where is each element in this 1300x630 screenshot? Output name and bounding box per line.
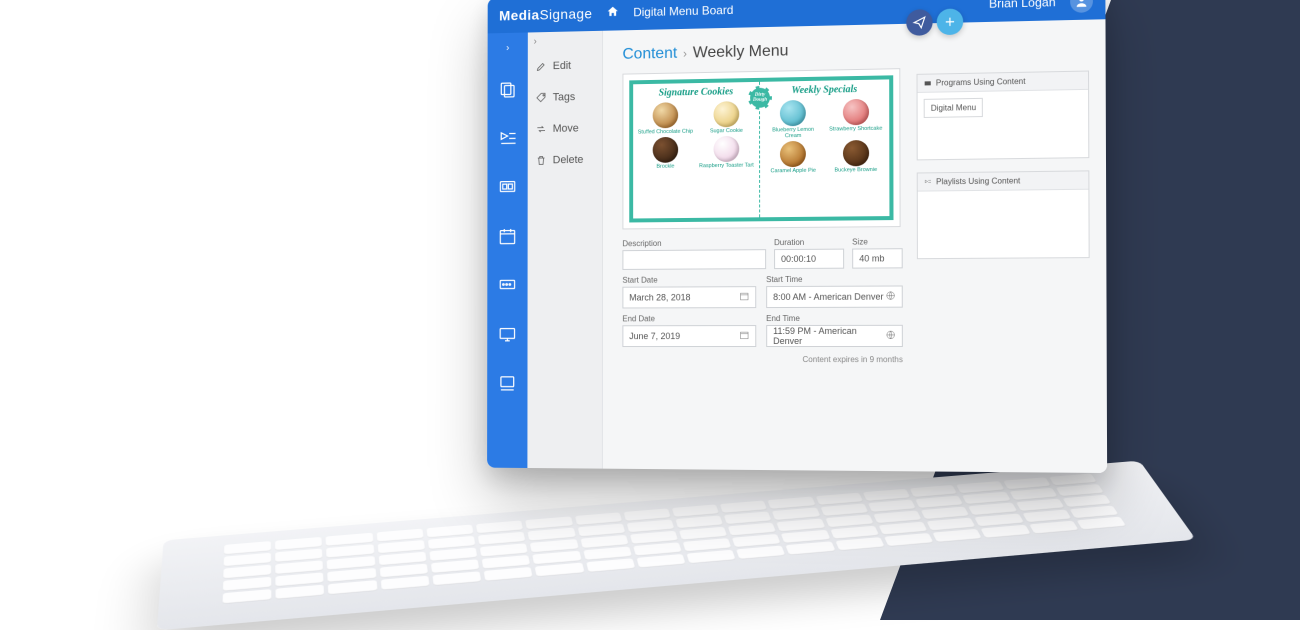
- description-label: Description: [622, 238, 766, 248]
- rail-item-schedule[interactable]: [487, 219, 527, 253]
- subnav-item-tags[interactable]: Tags: [528, 81, 602, 114]
- calendar-icon: [739, 291, 749, 303]
- duration-label: Duration: [774, 238, 844, 248]
- chevron-right-icon: ›: [683, 47, 687, 61]
- field-description: Description: [622, 238, 766, 270]
- brand-logo-prefix: Media: [499, 7, 539, 24]
- playlists-panel-header: Playlists Using Content: [918, 171, 1089, 191]
- menu-item: Raspberry Toaster Tart: [698, 136, 755, 170]
- menu-item: Blueberry Lemon Cream: [764, 100, 822, 140]
- user-name[interactable]: Brian Logan: [989, 0, 1056, 11]
- end-time-input[interactable]: 11:59 PM - American Denver: [766, 325, 903, 347]
- avatar[interactable]: [1070, 0, 1093, 13]
- subnav-label: Edit: [553, 60, 571, 72]
- expire-note: Content expires in 9 months: [622, 355, 903, 364]
- subnav-collapse-toggle[interactable]: ›: [528, 31, 602, 51]
- home-icon[interactable]: [606, 4, 620, 21]
- menu-item: Strawberry Shortcake: [826, 99, 885, 139]
- field-duration: Duration 00:00:10: [774, 238, 844, 270]
- rail-item-screens[interactable]: [487, 170, 527, 204]
- end-date-input[interactable]: June 7, 2019: [622, 325, 756, 347]
- main-left-column: Content › Weekly Menu Dirty Dough Signat…: [622, 40, 903, 459]
- rail-item-content[interactable]: [488, 73, 528, 107]
- menu-left-heading: Signature Cookies: [637, 86, 755, 99]
- globe-icon: [886, 330, 896, 342]
- menu-item: Buckeye Brownie: [826, 140, 885, 174]
- main-area: Content › Weekly Menu Dirty Dough Signat…: [603, 19, 1107, 473]
- field-end-time: End Time 11:59 PM - American Denver: [766, 314, 903, 347]
- brand-logo: MediaSignage: [499, 5, 592, 23]
- field-start-date: Start Date March 28, 2018: [622, 275, 756, 308]
- menu-left-column: Signature Cookies Stuffed Chocolate Chip…: [633, 82, 760, 219]
- start-date-label: Start Date: [622, 275, 756, 285]
- brand-logo-suffix: Signage: [540, 5, 593, 22]
- content-fields: Description Duration 00:00:10 Size 40 mb: [622, 237, 903, 364]
- end-date-label: End Date: [622, 314, 756, 323]
- rail-collapse-toggle[interactable]: ›: [500, 39, 515, 58]
- menu-item: Stuffed Chocolate Chip: [637, 102, 694, 136]
- size-label: Size: [852, 237, 903, 246]
- subnav-label: Delete: [553, 154, 584, 166]
- send-button[interactable]: [906, 9, 932, 36]
- field-start-time: Start Time 8:00 AM - American Denver: [766, 274, 903, 308]
- app-body: ›: [487, 19, 1107, 473]
- menu-item: Brockle: [637, 137, 694, 170]
- laptop-mockup: MediaSignage Digital Menu Board Brian Lo…: [170, 0, 1130, 630]
- content-preview[interactable]: Dirty Dough Signature Cookies Stuffed Ch…: [622, 68, 900, 229]
- size-value: 40 mb: [852, 248, 903, 268]
- laptop-screen: MediaSignage Digital Menu Board Brian Lo…: [487, 0, 1107, 473]
- menu-right-heading: Weekly Specials: [764, 83, 885, 96]
- program-chip[interactable]: Digital Menu: [924, 98, 984, 118]
- globe-icon: [886, 291, 896, 303]
- menu-board-graphic: Dirty Dough Signature Cookies Stuffed Ch…: [629, 75, 893, 222]
- menu-item: Caramel Apple Pie: [764, 141, 822, 175]
- breadcrumb-root[interactable]: Content: [622, 45, 677, 64]
- playlists-panel: Playlists Using Content: [917, 170, 1090, 259]
- icon-rail: ›: [487, 32, 528, 467]
- field-size: Size 40 mb: [852, 237, 903, 269]
- laptop-base: [157, 461, 1196, 630]
- start-time-input[interactable]: 8:00 AM - American Denver: [766, 285, 903, 308]
- add-button[interactable]: [937, 8, 964, 35]
- subnav-item-delete[interactable]: Delete: [528, 144, 602, 176]
- field-end-date: End Date June 7, 2019: [622, 314, 756, 347]
- start-time-label: Start Time: [766, 274, 903, 284]
- programs-panel: Programs Using Content Digital Menu: [917, 71, 1090, 161]
- context-subnav: › Edit Tags Move Delete: [527, 31, 603, 469]
- description-input[interactable]: [622, 249, 766, 270]
- subnav-item-edit[interactable]: Edit: [528, 49, 602, 82]
- subnav-label: Tags: [553, 91, 575, 103]
- rail-item-players[interactable]: [487, 269, 527, 303]
- duration-input[interactable]: 00:00:10: [774, 249, 844, 269]
- floating-action-badges: [906, 8, 963, 35]
- calendar-icon: [739, 330, 749, 342]
- rail-item-devices[interactable]: [487, 367, 527, 400]
- subnav-label: Move: [553, 123, 579, 135]
- laptop-keyboard: [223, 474, 1127, 604]
- end-time-label: End Time: [766, 314, 903, 323]
- rail-item-displays[interactable]: [487, 318, 527, 351]
- menu-item: Sugar Cookie: [698, 101, 755, 135]
- right-column: Programs Using Content Digital Menu Play…: [917, 71, 1091, 461]
- start-date-input[interactable]: March 28, 2018: [622, 286, 756, 308]
- rail-item-playlists[interactable]: [487, 122, 527, 156]
- page-title: Digital Menu Board: [633, 3, 733, 19]
- breadcrumb: Content › Weekly Menu: [622, 40, 902, 64]
- app-window: MediaSignage Digital Menu Board Brian Lo…: [487, 0, 1107, 473]
- breadcrumb-leaf: Weekly Menu: [693, 42, 789, 62]
- subnav-item-move[interactable]: Move: [528, 112, 602, 145]
- menu-right-column: Weekly Specials Blueberry Lemon Cream St…: [760, 79, 889, 217]
